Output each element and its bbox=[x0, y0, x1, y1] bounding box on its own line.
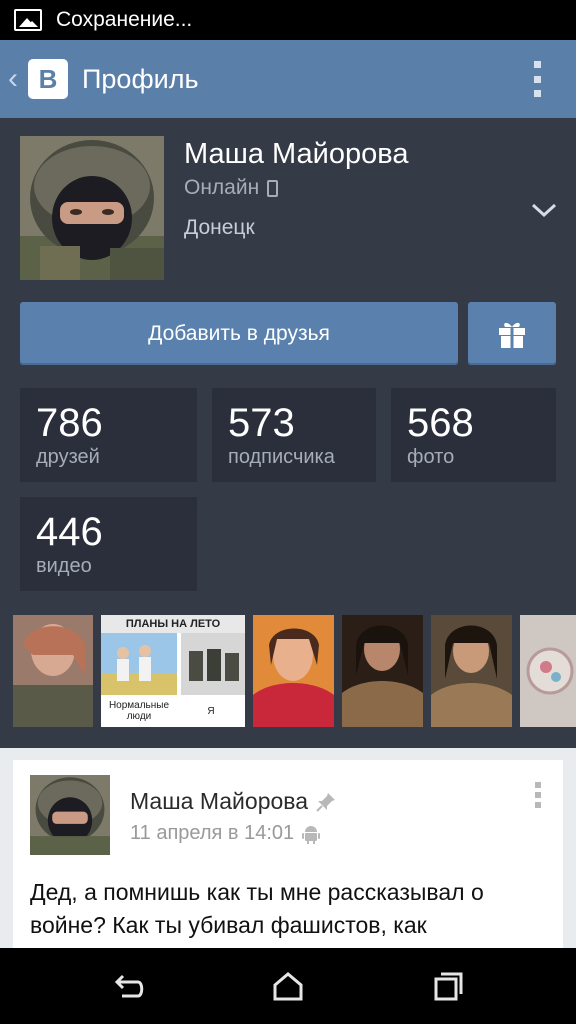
stat-value: 446 bbox=[36, 510, 103, 554]
home-nav-icon[interactable] bbox=[270, 968, 306, 1004]
stat-videos[interactable]: 446 видео bbox=[20, 497, 197, 591]
photo-thumbnail[interactable] bbox=[13, 615, 93, 727]
stat-label: друзей bbox=[36, 446, 100, 468]
profile-avatar[interactable] bbox=[20, 136, 164, 280]
photo-thumbnail[interactable] bbox=[253, 615, 334, 727]
gift-icon bbox=[499, 322, 525, 348]
profile-city: Донецк bbox=[184, 216, 255, 239]
profile-section: Маша Майорова Онлайн Донецк Добавить в д… bbox=[0, 118, 576, 748]
online-status: Онлайн bbox=[184, 176, 279, 200]
image-icon bbox=[14, 9, 42, 31]
stat-label: видео bbox=[36, 555, 92, 577]
meme-title: ПЛАНЫ НА ЛЕТО bbox=[101, 615, 245, 633]
pin-icon bbox=[316, 792, 336, 812]
meme-thumbnail[interactable]: ПЛАНЫ НА ЛЕТО Нормальные люди Я bbox=[101, 615, 245, 727]
wall-feed: Маша Майорова 11 апреля в 14:01 Дед, а п… bbox=[0, 748, 576, 960]
post-menu-icon[interactable] bbox=[535, 782, 541, 808]
mobile-phone-icon bbox=[267, 179, 279, 197]
post-card: Маша Майорова 11 апреля в 14:01 Дед, а п… bbox=[13, 760, 563, 960]
status-bar: Сохранение... bbox=[0, 0, 576, 40]
android-icon bbox=[302, 825, 321, 844]
overflow-menu-icon[interactable] bbox=[534, 61, 542, 97]
stat-photos[interactable]: 568 фото bbox=[391, 388, 556, 482]
stat-label: подписчика bbox=[228, 446, 335, 468]
stat-friends[interactable]: 786 друзей bbox=[20, 388, 197, 482]
meme-left-caption: Нормальные люди bbox=[108, 700, 170, 722]
add-friend-button[interactable]: Добавить в друзья bbox=[20, 302, 458, 365]
chevron-down-icon[interactable] bbox=[530, 198, 558, 222]
stat-value: 573 bbox=[228, 401, 295, 445]
post-author: Маша Майорова bbox=[130, 788, 336, 815]
profile-name: Маша Майорова bbox=[184, 138, 409, 170]
post-date: 11 апреля в 14:01 bbox=[130, 822, 321, 845]
stat-value: 786 bbox=[36, 401, 103, 445]
recents-nav-icon[interactable] bbox=[430, 968, 466, 1004]
gift-button[interactable] bbox=[468, 302, 556, 365]
online-label: Онлайн bbox=[184, 176, 260, 199]
status-text: Сохранение... bbox=[56, 8, 193, 31]
back-icon[interactable]: ‹ bbox=[2, 62, 24, 96]
meme-right-caption: Я bbox=[207, 705, 215, 717]
vk-logo-letter: B bbox=[38, 63, 58, 94]
app-toolbar: ‹ B Профиль bbox=[0, 40, 576, 118]
post-text: Дед, а помнишь как ты мне рассказывал о … bbox=[30, 879, 484, 938]
photo-strip: ПЛАНЫ НА ЛЕТО Нормальные люди Я bbox=[0, 615, 576, 727]
post-author-name[interactable]: Маша Майорова bbox=[130, 788, 308, 815]
photo-thumbnail[interactable] bbox=[342, 615, 423, 727]
system-nav-bar bbox=[0, 948, 576, 1024]
stat-followers[interactable]: 573 подписчика bbox=[212, 388, 376, 482]
photo-thumbnail[interactable] bbox=[431, 615, 512, 727]
post-author-avatar[interactable] bbox=[30, 775, 110, 855]
post-date-text: 11 апреля в 14:01 bbox=[130, 822, 295, 844]
back-nav-icon[interactable] bbox=[110, 968, 146, 1004]
vk-logo[interactable]: B bbox=[28, 59, 68, 99]
photo-thumbnail[interactable] bbox=[520, 615, 576, 727]
stat-label: фото bbox=[407, 446, 455, 468]
stat-value: 568 bbox=[407, 401, 474, 445]
page-title: Профиль bbox=[82, 63, 199, 94]
